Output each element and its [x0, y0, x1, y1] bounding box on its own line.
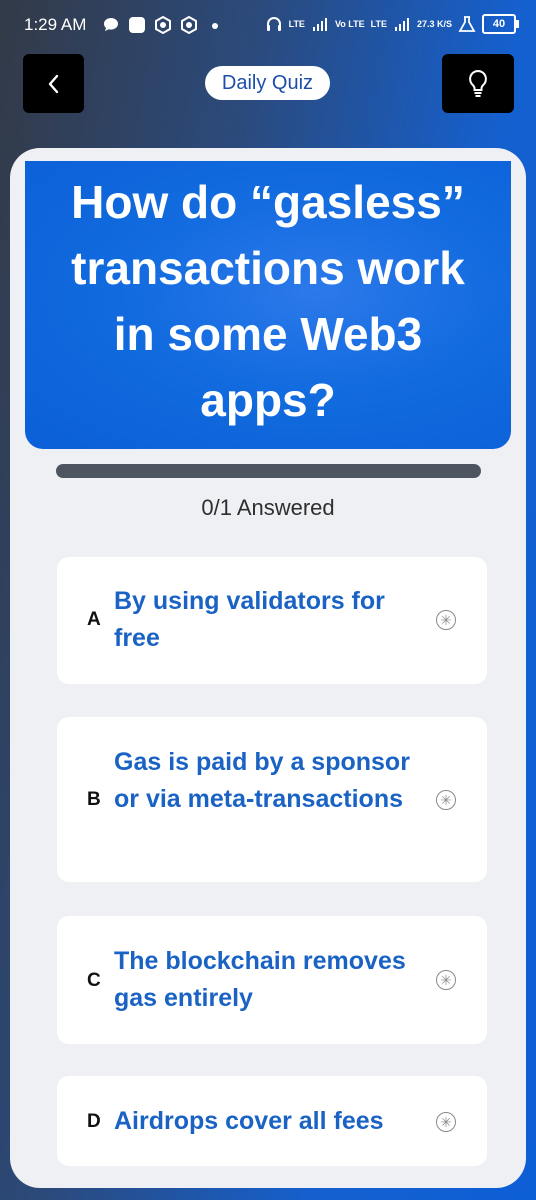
status-bar: 1:29 AM LTE Vo LTE LTE 27.3 K/S 40 — [0, 0, 536, 52]
radio-icon[interactable]: ✳ — [436, 790, 456, 810]
option-c[interactable]: C The blockchain removes gas entirely ✳ — [57, 916, 487, 1044]
option-text: Gas is paid by a sponsor or via meta-tra… — [114, 748, 410, 813]
option-letter: D — [87, 1111, 101, 1132]
option-text: The blockchain removes gas entirely — [114, 947, 406, 1012]
network-label-1: LTE — [288, 18, 305, 29]
progress-bar — [56, 464, 481, 478]
flask-icon — [458, 16, 476, 32]
option-letter: B — [87, 789, 101, 810]
dot-icon — [212, 23, 218, 29]
option-text: Airdrops cover all fees — [114, 1107, 384, 1135]
chevron-left-icon — [48, 74, 58, 93]
status-time: 1:29 AM — [24, 15, 87, 34]
question-box: How do “gasless” transactions work in so… — [25, 161, 511, 449]
chat-bubble-icon — [104, 18, 118, 31]
battery-indicator: 40 — [482, 14, 519, 34]
radio-icon[interactable]: ✳ — [436, 970, 456, 990]
radio-icon[interactable]: ✳ — [436, 1112, 456, 1132]
hint-button[interactable] — [442, 54, 514, 113]
signal-icon-2 — [394, 18, 409, 31]
hex-app-icon — [155, 16, 171, 34]
option-letter: C — [87, 970, 101, 991]
answered-count: 0/1 Answered — [201, 495, 335, 520]
status-right-icons: LTE Vo LTE LTE 27.3 K/S 40 — [265, 14, 519, 34]
notification-icons — [102, 16, 224, 34]
lightbulb-icon — [469, 69, 487, 97]
option-text: By using validators for free — [114, 587, 385, 652]
option-d[interactable]: D Airdrops cover all fees ✳ — [57, 1076, 487, 1166]
square-app-icon — [129, 17, 145, 33]
back-button[interactable] — [23, 54, 84, 113]
network-label-3: LTE — [370, 18, 387, 29]
radio-icon[interactable]: ✳ — [436, 610, 456, 630]
option-b[interactable]: B Gas is paid by a sponsor or via meta-t… — [57, 717, 487, 882]
option-a[interactable]: A By using validators for free ✳ — [57, 557, 487, 684]
question-text: How do “gasless” transactions work in so… — [71, 176, 465, 426]
signal-icon — [312, 18, 327, 31]
hex-app-icon-2 — [181, 16, 197, 34]
option-letter: A — [87, 609, 101, 630]
network-label-2: Vo LTE — [334, 18, 365, 29]
headphones-icon — [266, 17, 281, 31]
network-speed: 27.3 K/S — [416, 18, 452, 29]
page-title: Daily Quiz — [205, 66, 330, 100]
